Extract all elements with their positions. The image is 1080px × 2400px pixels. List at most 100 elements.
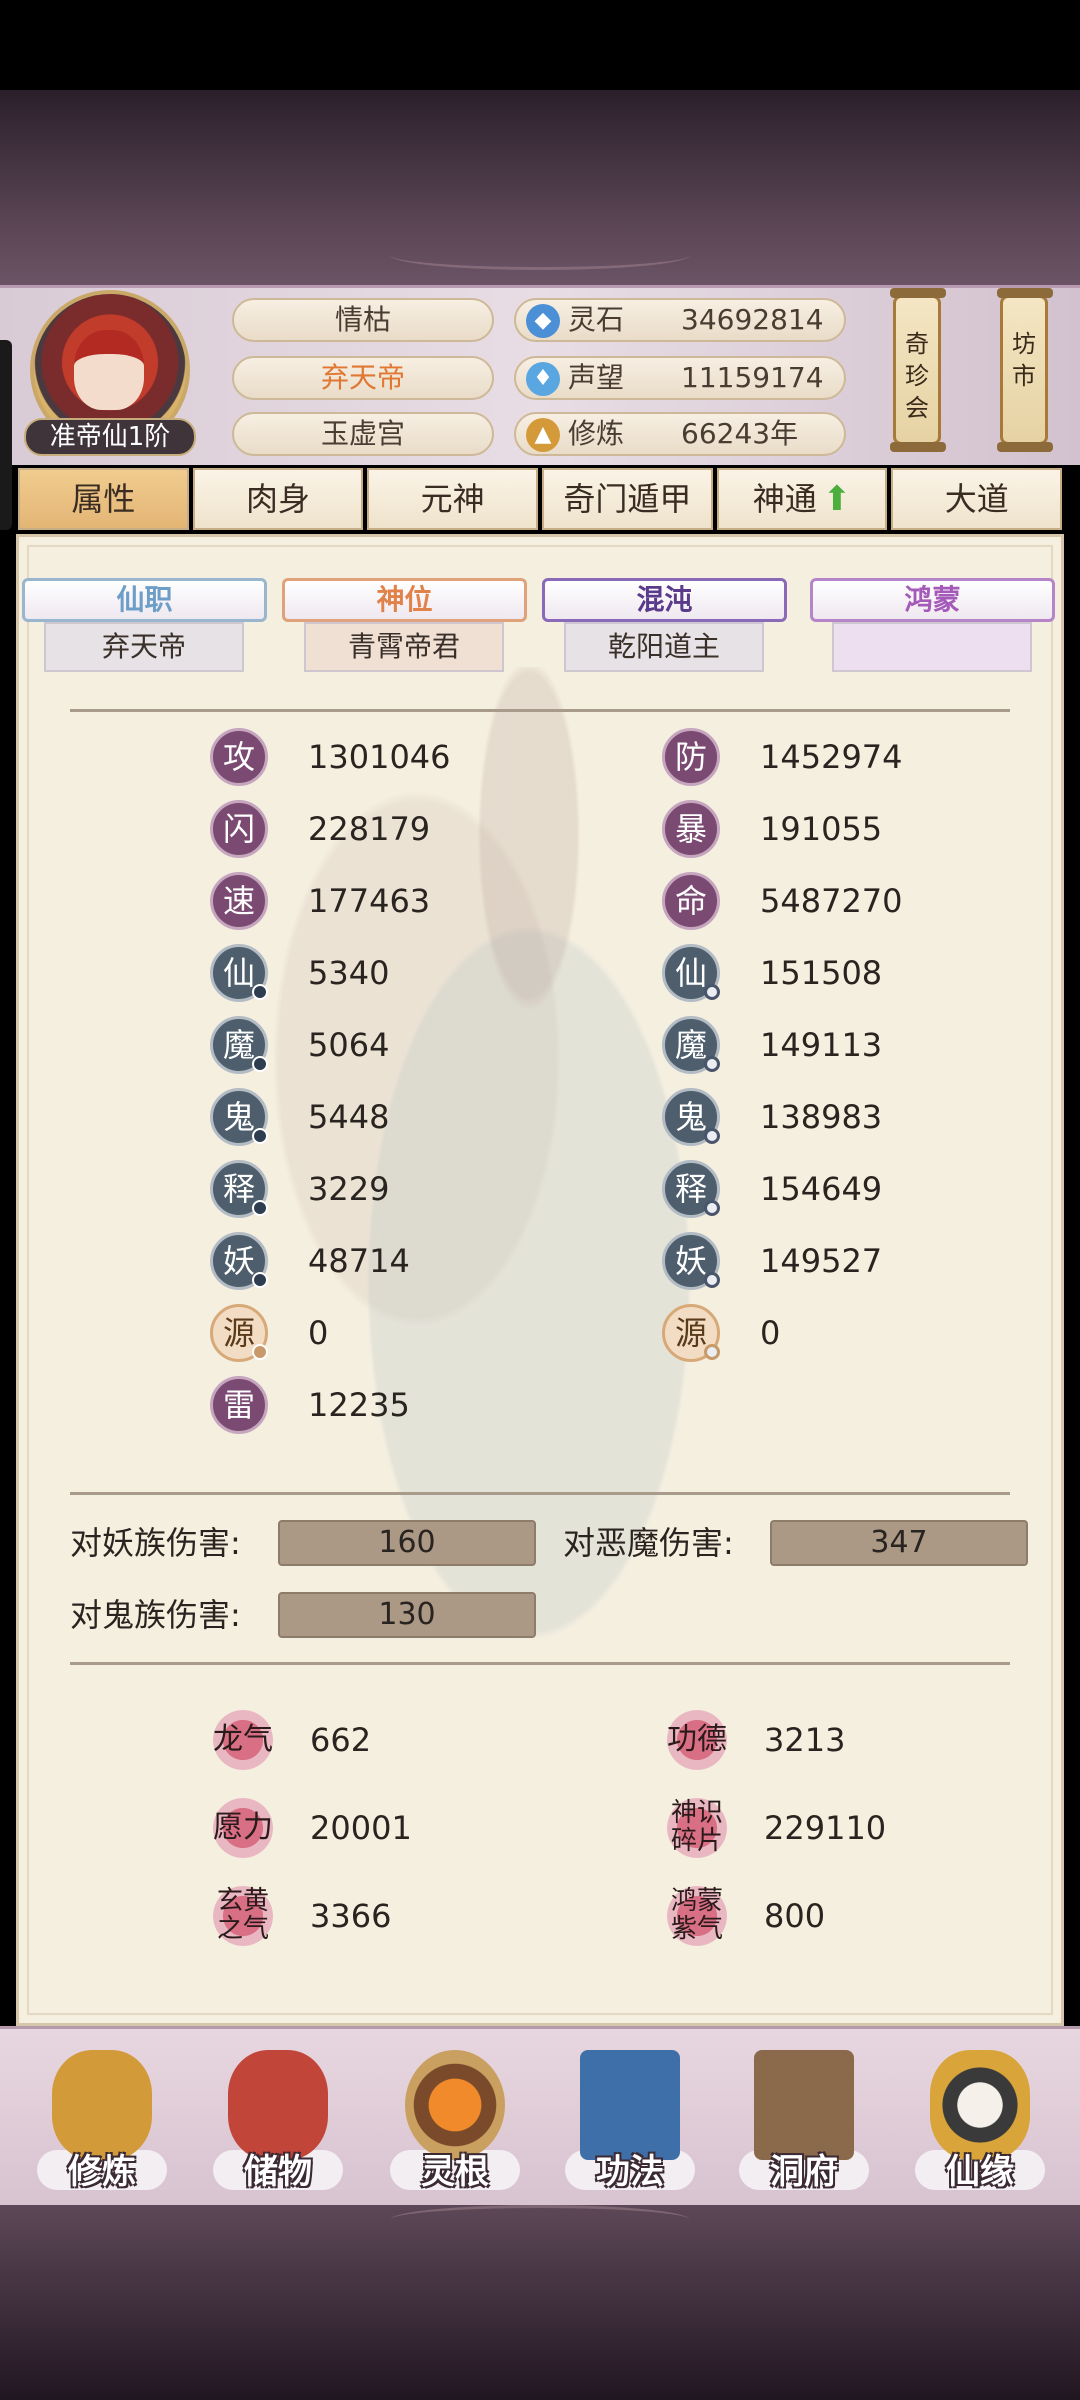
stat-value: 177463	[308, 882, 431, 920]
player-title: 弃天帝	[232, 356, 494, 400]
defense-marker-icon	[704, 984, 720, 1000]
divider	[70, 1662, 1010, 1665]
player-name: 情枯	[232, 298, 494, 342]
tab-spirit[interactable]: 元神	[367, 468, 539, 530]
stat-value: 149527	[760, 1242, 883, 1280]
defense-marker-icon	[704, 1272, 720, 1288]
stat-value: 3366	[310, 1897, 392, 1935]
nav-label: 修炼	[68, 2152, 136, 2192]
damage-label: 对鬼族伤害:	[70, 1596, 241, 1634]
title-header: 鸿蒙	[810, 578, 1055, 622]
nav-label: 洞府	[770, 2152, 838, 2192]
treasure-pavilion-button[interactable]: 奇珍会	[890, 288, 946, 452]
defense-marker-icon	[704, 1344, 720, 1360]
upgrade-arrow-icon: ⬆	[822, 479, 852, 519]
nav-label: 仙缘	[946, 2152, 1014, 2192]
stat-value: 3213	[764, 1721, 846, 1759]
nav-fate[interactable]: 仙缘	[910, 2040, 1050, 2200]
thunder-badge: 雷	[210, 1376, 268, 1434]
spirit-stone-icon: ◆	[526, 304, 560, 338]
title-header: 神位	[282, 578, 527, 622]
stat-value: 1452974	[760, 738, 903, 776]
resource-label: 修炼	[568, 417, 625, 450]
damage-label: 对恶魔伤害:	[563, 1524, 734, 1562]
stat-value: 191055	[760, 810, 883, 848]
resource-value: 11159174	[681, 361, 824, 394]
nav-techniques[interactable]: 功法	[560, 2040, 700, 2200]
status-bar-area	[0, 0, 1080, 90]
stat-value: 5340	[308, 954, 390, 992]
title-immortal-office[interactable]: 仙职 弃天帝	[22, 578, 267, 672]
stat-value: 1301046	[308, 738, 451, 776]
nav-spirit-root[interactable]: 灵根	[385, 2040, 525, 2200]
stat-value: 154649	[760, 1170, 883, 1208]
tab-bar: 属性 肉身 元神 奇门遁甲 神通 ⬆ 大道	[18, 468, 1063, 530]
nav-storage[interactable]: 储物	[208, 2040, 348, 2200]
stat-value: 662	[310, 1721, 372, 1759]
resource-label: 声望	[568, 361, 625, 394]
title-divine-rank[interactable]: 神位 青霄帝君	[282, 578, 527, 672]
banner-ornament	[390, 2205, 690, 2235]
tab-label: 神通	[752, 480, 817, 518]
attack-badge: 攻	[210, 728, 268, 786]
dodge-badge: 闪	[210, 800, 268, 858]
prestige-icon: ♦	[526, 362, 560, 396]
top-banner	[0, 90, 1080, 285]
resource-value: 66243年	[681, 417, 799, 450]
title-value: 弃天帝	[44, 622, 244, 672]
attack-marker-icon	[252, 1056, 268, 1072]
nav-label: 功法	[596, 2152, 664, 2192]
stat-label: 愿力	[213, 1810, 273, 1845]
defense-badge: 防	[662, 728, 720, 786]
market-button[interactable]: 坊市	[997, 288, 1053, 452]
nav-label: 灵根	[421, 2152, 489, 2192]
title-value: 青霄帝君	[304, 622, 504, 672]
nav-label: 储物	[244, 2152, 312, 2192]
hp-badge: 命	[662, 872, 720, 930]
divider	[70, 709, 1010, 712]
speed-badge: 速	[210, 872, 268, 930]
stat-label: 功德	[667, 1722, 727, 1757]
banner-ornament	[390, 240, 690, 270]
resource-spirit-stone: ◆ 灵石 34692814	[514, 298, 846, 342]
nav-cave-dwelling[interactable]: 洞府	[734, 2040, 874, 2200]
stat-value: 0	[308, 1314, 329, 1352]
tab-attributes[interactable]: 属性	[18, 468, 189, 530]
tab-qimen[interactable]: 奇门遁甲	[542, 468, 713, 530]
resource-label: 灵石	[568, 303, 625, 336]
stat-value: 151508	[760, 954, 883, 992]
stat-value: 800	[764, 1897, 826, 1935]
defense-marker-icon	[704, 1056, 720, 1072]
stat-value: 5448	[308, 1098, 390, 1136]
tab-divine-powers[interactable]: 神通 ⬆	[716, 468, 888, 530]
attack-marker-icon	[252, 1200, 268, 1216]
stat-value: 3229	[308, 1170, 390, 1208]
title-value	[832, 622, 1032, 672]
stat-value: 0	[760, 1314, 781, 1352]
title-header: 仙职	[22, 578, 267, 622]
tab-dao[interactable]: 大道	[891, 468, 1063, 530]
defense-marker-icon	[704, 1200, 720, 1216]
stat-value: 228179	[308, 810, 431, 848]
stat-value: 12235	[308, 1386, 410, 1424]
side-drawer-handle[interactable]	[0, 340, 12, 530]
divider	[70, 1492, 1010, 1495]
damage-value: 130	[278, 1592, 536, 1638]
rank-badge: 准帝仙1阶	[24, 418, 196, 456]
attack-marker-icon	[252, 1128, 268, 1144]
stat-value: 5487270	[760, 882, 903, 920]
stat-label: 玄黄之气	[216, 1886, 269, 1944]
stat-label: 鸿蒙紫气	[670, 1886, 723, 1944]
title-chaos[interactable]: 混沌 乾阳道主	[542, 578, 787, 672]
attack-marker-icon	[252, 984, 268, 1000]
title-hongmeng[interactable]: 鸿蒙	[810, 578, 1055, 672]
resource-value: 34692814	[681, 303, 824, 336]
stat-label: 神识碎片	[670, 1798, 723, 1856]
stat-value: 20001	[310, 1809, 412, 1847]
bottom-banner	[0, 2205, 1080, 2400]
stat-value: 138983	[760, 1098, 883, 1136]
defense-marker-icon	[704, 1128, 720, 1144]
stat-value: 48714	[308, 1242, 410, 1280]
tab-body[interactable]: 肉身	[192, 468, 364, 530]
nav-cultivate[interactable]: 修炼	[32, 2040, 172, 2200]
